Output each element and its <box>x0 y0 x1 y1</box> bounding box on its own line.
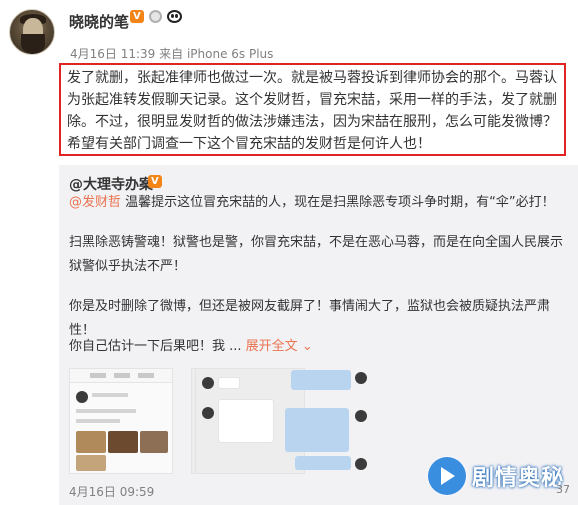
thumb-text <box>76 419 120 423</box>
chat-bubble <box>291 370 351 390</box>
mention-link[interactable]: @发财哲 <box>69 195 121 210</box>
chat-bubble <box>295 456 351 470</box>
thumb-photo <box>140 431 168 453</box>
repost-text-line-1: @发财哲 温馨提示这位冒充宋喆的人，现在是扫黑除恶专项斗争时期，有“伞”必打！ <box>69 191 569 215</box>
thumb-tab <box>138 373 154 378</box>
thumb-avatar <box>76 391 88 403</box>
play-logo-icon <box>428 457 466 495</box>
post-body: 发了就删，张起准律师也做过一次。就是被马蓉投诉到律师协会的那个。马蓉认为张起准转… <box>59 63 566 156</box>
post-meta: 4月16日 11:39 来自 iPhone 6s Plus <box>70 45 273 62</box>
medal-icon[interactable] <box>148 10 162 23</box>
post-header: 晓晓的笔 V 4月16日 11:39 来自 iPhone 6s Plus <box>0 0 578 62</box>
thumb-photo <box>76 455 106 471</box>
avatar-beard <box>21 34 45 54</box>
thumb-text <box>92 393 128 397</box>
thumb-tab <box>114 373 130 378</box>
image-thumbnail-chat-right[interactable] <box>195 368 381 474</box>
avatar[interactable] <box>9 9 55 55</box>
thumb-tab <box>90 373 106 378</box>
vip-badge-icon[interactable]: V <box>130 10 144 23</box>
watermark: 剧情奥秘 <box>428 452 568 500</box>
thumb-avatar <box>355 410 367 422</box>
repost-text-line-4: 你自己估计一下后果吧！我 ... 展开全文 ⌄ <box>69 335 569 359</box>
thumb-avatar <box>355 372 367 384</box>
expand-link[interactable]: 展开全文 ⌄ <box>246 339 313 354</box>
thumb-photo <box>108 431 138 453</box>
expand-label[interactable]: 展开全文 <box>246 339 298 354</box>
chat-bubble <box>285 408 349 452</box>
thumb-avatar <box>355 458 367 470</box>
author-badges: V <box>130 10 182 23</box>
repost-vip-badge-icon: V <box>148 175 162 188</box>
author-name[interactable]: 晓晓的笔 <box>69 11 129 32</box>
post-source[interactable]: 来自 iPhone 6s Plus <box>159 47 273 61</box>
post-time[interactable]: 4月16日 11:39 <box>70 47 155 61</box>
image-thumbnail-1[interactable] <box>69 368 173 474</box>
repost-time[interactable]: 4月16日 09:59 <box>69 483 154 500</box>
watermark-text: 剧情奥秘 <box>472 466 565 491</box>
repost-text-4: 你自己估计一下后果吧！我 ... <box>69 339 242 354</box>
repost-text-1: 温馨提示这位冒充宋喆的人，现在是扫黑除恶专项斗争时期，有“伞”必打！ <box>121 195 555 210</box>
repost-count: 37 <box>556 483 570 496</box>
repost-text-line-2: 扫黑除恶铸警魂！狱警也是警，你冒充宋喆，不是在恶心马蓉，而是在向全国人民展示狱警… <box>69 235 564 274</box>
panda-icon[interactable] <box>166 10 182 23</box>
thumb-photo <box>76 431 106 453</box>
thumb-text <box>76 409 136 413</box>
